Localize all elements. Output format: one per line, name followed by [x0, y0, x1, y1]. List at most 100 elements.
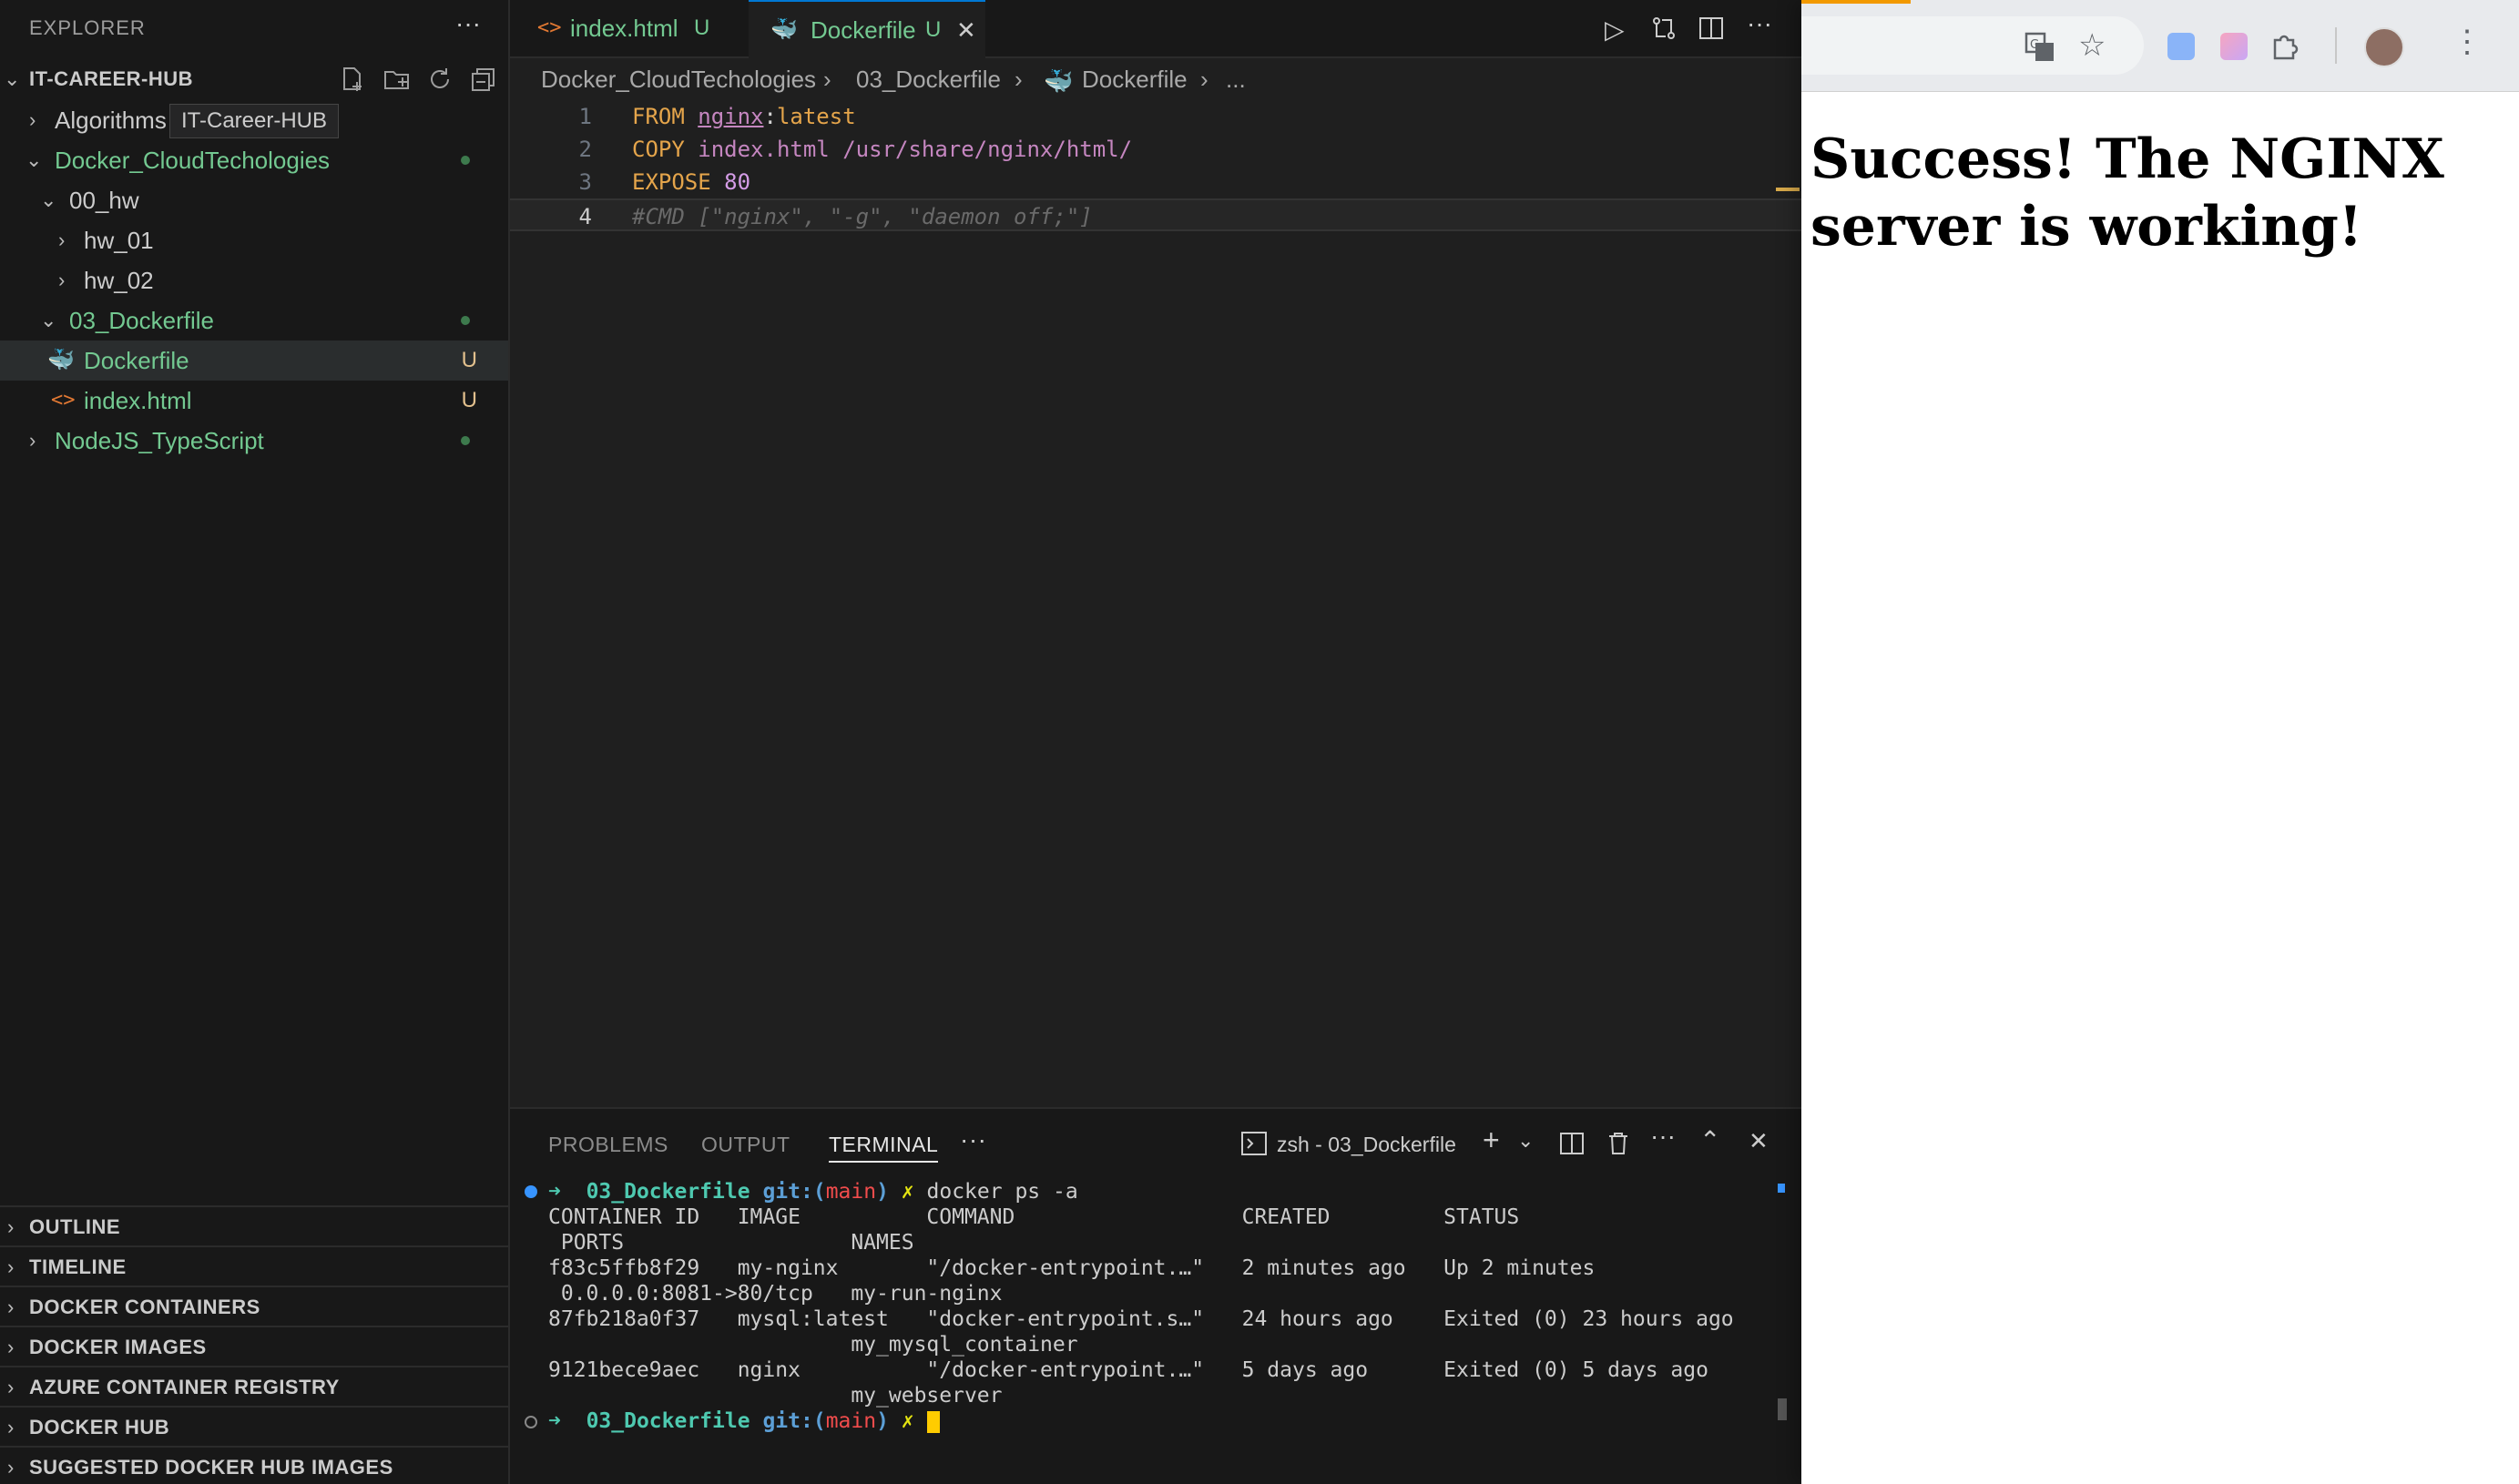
untracked-badge: U [461, 348, 477, 372]
toolbar-divider [2335, 27, 2337, 64]
source-control-compare-icon[interactable] [1650, 15, 1678, 42]
command-success-dot[interactable] [525, 1185, 537, 1198]
tab-terminal[interactable]: TERMINAL [829, 1133, 939, 1163]
more-actions-icon[interactable]: ··· [455, 9, 481, 38]
close-panel-icon[interactable]: ✕ [1749, 1127, 1769, 1155]
chevron-right-icon: › [7, 1296, 15, 1318]
panel-docker-images[interactable]: › DOCKER IMAGES [0, 1326, 508, 1367]
terminal-row: 87fb218a0f37 mysql:latest "docker-entryp… [548, 1307, 1734, 1331]
terminal-row: 9121bece9aec nginx "/docker-entrypoint.…… [548, 1358, 1708, 1382]
new-folder-icon[interactable] [382, 66, 412, 93]
terminal-row: my_mysql_container [548, 1333, 1078, 1357]
refresh-icon[interactable] [426, 66, 454, 93]
folder-hw-01[interactable]: › hw_01 [0, 220, 508, 260]
minimap-slider[interactable] [1776, 188, 1800, 191]
panel-suggested-docker-hub-images[interactable]: › SUGGESTED DOCKER HUB IMAGES [0, 1446, 508, 1484]
trash-icon[interactable] [1606, 1131, 1630, 1156]
folder-label: NodeJS_TypeScript [55, 427, 264, 454]
code-line[interactable]: 2 COPY index.html /usr/share/nginx/html/ [510, 133, 1801, 166]
code-line-current[interactable]: 4 #CMD ["nginx", "-g", "daemon off;"] [510, 198, 1801, 231]
panel-label: DOCKER HUB [29, 1416, 170, 1438]
untracked-badge: U [925, 17, 942, 42]
chevron-right-icon: › [7, 1376, 15, 1398]
collapse-all-icon[interactable] [470, 66, 497, 93]
close-tab-icon[interactable]: ✕ [956, 2, 976, 58]
terminal-row: my_webserver [548, 1384, 1003, 1408]
project-title[interactable]: IT-CAREER-HUB [29, 67, 193, 91]
breadcrumb-more[interactable]: ... [1226, 66, 1246, 94]
copy-args: index.html /usr/share/nginx/html/ [698, 137, 1133, 162]
git-branch: main [825, 1409, 877, 1433]
split-editor-icon[interactable] [1698, 15, 1725, 42]
prompt-directory: 03_Dockerfile [586, 1180, 750, 1204]
explorer-title: EXPLORER [29, 16, 146, 39]
git-label: git:( [762, 1180, 826, 1204]
more-actions-icon[interactable]: ··· [1650, 1122, 1676, 1151]
breadcrumb-folder[interactable]: Docker_CloudTechologies [541, 66, 816, 94]
panel-docker-hub[interactable]: › DOCKER HUB [0, 1406, 508, 1448]
docker-whale-icon: 🐳 [770, 17, 798, 42]
bookmark-star-icon[interactable]: ☆ [2078, 27, 2106, 64]
panel-label: SUGGESTED DOCKER HUB IMAGES [29, 1456, 393, 1479]
more-actions-icon[interactable]: ··· [960, 1125, 986, 1154]
untracked-badge: U [694, 15, 710, 40]
vscode-window: EXPLORER ··· ⌄ IT-CAREER-HUB › Algorithm… [0, 0, 1801, 1484]
breadcrumb-subfolder[interactable]: 03_Dockerfile [856, 66, 1001, 94]
panel-docker-containers[interactable]: › DOCKER CONTAINERS [0, 1286, 508, 1327]
file-dockerfile[interactable]: 🐳 Dockerfile U [0, 341, 508, 381]
maximize-panel-icon[interactable]: ⌃ [1699, 1125, 1720, 1155]
split-terminal-icon[interactable] [1559, 1131, 1585, 1156]
terminal-name[interactable]: zsh - 03_Dockerfile [1277, 1133, 1456, 1157]
run-icon[interactable]: ▷ [1605, 15, 1625, 45]
panel-outline[interactable]: › OUTLINE [0, 1205, 508, 1247]
terminal-icon [1241, 1132, 1267, 1155]
dirty-mark: ✗ [901, 1409, 914, 1433]
more-actions-icon[interactable]: ··· [1747, 9, 1772, 38]
folder-nodejs-typescript[interactable]: › NodeJS_TypeScript [0, 421, 508, 461]
translate-icon[interactable]: G [2024, 31, 2056, 64]
panel-timeline[interactable]: › TIMELINE [0, 1245, 508, 1287]
code-line[interactable]: 1 FROM nginx:latest [510, 100, 1801, 133]
new-file-icon[interactable] [339, 66, 366, 93]
chevron-right-icon: › [7, 1456, 15, 1479]
folder-00-hw[interactable]: ⌄ 00_hw [0, 180, 508, 220]
terminal-scrollbar[interactable] [1778, 1398, 1787, 1420]
docker-whale-icon: 🐳 [47, 348, 75, 372]
breadcrumb-file[interactable]: Dockerfile [1082, 66, 1188, 94]
folder-hw-02[interactable]: › hw_02 [0, 260, 508, 300]
new-terminal-icon[interactable]: + [1483, 1123, 1500, 1157]
tab-dockerfile[interactable]: 🐳 Dockerfile U ✕ [749, 0, 985, 58]
page-heading: Success! The NGINX server is working! [1810, 127, 2444, 259]
code-line[interactable]: 3 EXPOSE 80 [510, 166, 1801, 198]
chevron-right-icon: › [29, 429, 36, 452]
avatar[interactable] [2364, 27, 2404, 67]
kebab-menu-icon[interactable]: ⋮ [2452, 24, 2483, 60]
browser-toolbar: G ☆ ⋮ [1801, 0, 2519, 92]
chevron-down-icon[interactable]: ⌄ [1517, 1129, 1534, 1153]
docker-whale-icon: 🐳 [1044, 67, 1074, 95]
command-text: docker ps -a [926, 1180, 1078, 1204]
terminal-prompt[interactable]: ➜ 03_Dockerfile git:(main) ✗ [548, 1408, 940, 1434]
chevron-down-icon[interactable]: ⌄ [4, 67, 20, 91]
folder-docker-cloudtechologies[interactable]: ⌄ Docker_CloudTechologies [0, 140, 508, 180]
panel-azure-container-registry[interactable]: › AZURE CONTAINER REGISTRY [0, 1366, 508, 1408]
tab-output[interactable]: OUTPUT [701, 1133, 790, 1157]
folder-label: Algorithms [55, 107, 167, 134]
file-index-html[interactable]: <> index.html U [0, 381, 508, 421]
extensions-puzzle-icon[interactable] [2269, 29, 2302, 62]
translate-extension-icon[interactable] [2167, 33, 2195, 60]
terminal-header: CONTAINER ID IMAGE COMMAND CREATED STATU… [548, 1205, 1520, 1229]
tab-index-html[interactable]: <> index.html U [510, 0, 747, 56]
line-number: 4 [578, 204, 592, 229]
tab-problems[interactable]: PROBLEMS [548, 1133, 668, 1157]
untracked-badge: U [461, 388, 477, 412]
image-name[interactable]: nginx [698, 104, 763, 129]
git-label-close: ) [876, 1409, 889, 1433]
folder-label: hw_01 [84, 227, 154, 254]
prompt-directory: 03_Dockerfile [586, 1409, 750, 1433]
folder-03-dockerfile[interactable]: ⌄ 03_Dockerfile [0, 300, 508, 341]
folder-label: 00_hw [69, 187, 139, 214]
chevron-right-icon: › [58, 269, 66, 291]
extension-icon[interactable] [2220, 33, 2248, 60]
line-number: 2 [578, 137, 592, 162]
